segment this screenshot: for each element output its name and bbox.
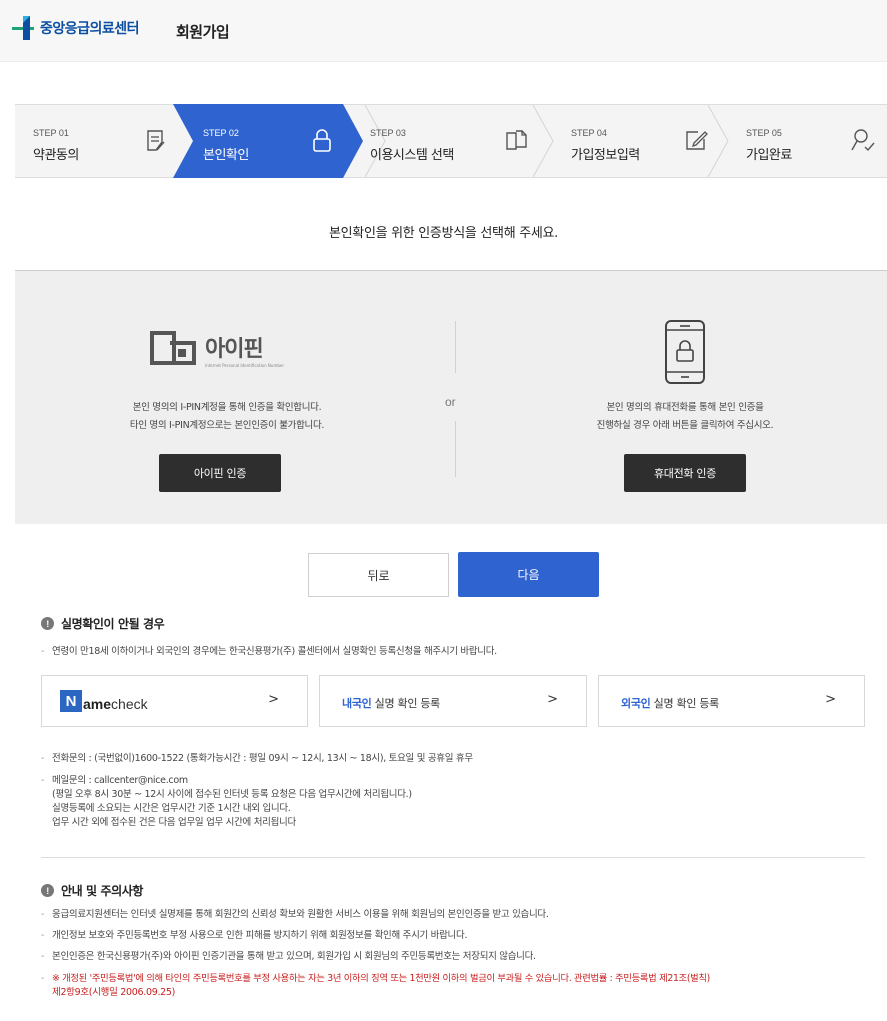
step-number: STEP 03	[370, 128, 406, 138]
ipin-logo-text: 아이핀	[205, 337, 264, 362]
namecheck-logo-text: check	[111, 696, 148, 712]
lock-icon	[313, 129, 331, 152]
user-check-icon	[851, 129, 875, 152]
namecheck-card[interactable]: N ame check >	[41, 675, 308, 727]
step-label: 본인확인	[203, 148, 249, 163]
phone-description: 본인 명의의 휴대전화를 통해 본인 인증을 진행하실 경우 아래 버튼을 클릭…	[535, 399, 835, 435]
mail-inquiry-detail: (평일 오후 8시 30분 ~ 12시 사이에 접수된 인터넷 등록 요청은 다…	[52, 789, 412, 800]
logo[interactable]: 중앙응급의료센터	[12, 14, 140, 42]
step-5: STEP 05 가입완료	[746, 105, 886, 177]
step-number: STEP 01	[33, 128, 69, 138]
mail-inquiry-detail: 업무 시간 외에 접수된 건은 다음 업무일 업무 시간에 처리됩니다	[52, 817, 296, 828]
ipin-description: 본인 명의의 I-PIN계정을 통해 인증을 확인합니다. 타인 명의 I-PI…	[77, 399, 377, 435]
logo-text: 중앙응급의료센터	[40, 21, 140, 37]
step-number: STEP 04	[571, 128, 607, 138]
card-label: 외국인 실명 확인 등록	[621, 695, 719, 711]
realname-note: 연령이 만18세 이하이거나 외국인의 경우에는 한국신용평가(주) 콜센터에서…	[41, 645, 497, 659]
notice-section-title: ! 안내 및 주의사항	[41, 882, 143, 899]
back-button[interactable]: 뒤로	[308, 553, 449, 597]
alert-icon: !	[41, 884, 54, 897]
section-divider	[41, 857, 865, 858]
step-label: 가입정보입력	[571, 148, 640, 163]
page-title: 회원가입	[176, 23, 230, 41]
ipin-logo-icon	[150, 331, 196, 365]
ipin-desc-line: 타인 명의 I-PIN계정으로는 본인인증이 불가합니다.	[129, 420, 325, 431]
notice-warning-continued: 제2항9호(시행일 2006.09.25)	[52, 987, 176, 998]
mail-inquiry: 메일문의 : callcenter@nice.com	[41, 774, 188, 788]
phone-auth-button[interactable]: 휴대전화 인증	[624, 454, 746, 492]
phone-desc-line: 진행하실 경우 아래 버튼을 클릭하여 주십시오.	[596, 420, 774, 431]
cross-logo-icon	[12, 16, 34, 40]
notice-item: 응급의료지원센터는 인터넷 실명제를 통해 회원간의 신뢰성 확보와 원활한 서…	[41, 908, 549, 922]
step-number: STEP 05	[746, 128, 782, 138]
chevron-right-icon: >	[825, 692, 836, 707]
card-label-rest: 실명 확인 등록	[371, 697, 441, 710]
notice-warning: ※ 개정된 '주민등록법'에 의해 타인의 주민등록번호를 부정 사용하는 자는…	[41, 972, 871, 986]
section-title-text: 안내 및 주의사항	[61, 884, 144, 898]
notice-item: 개인정보 보호와 주민등록번호 부정 사용으로 인한 피해를 방지하기 위해 회…	[41, 929, 467, 943]
next-button[interactable]: 다음	[458, 552, 599, 597]
namecheck-logo: N ame check	[60, 690, 148, 712]
divider	[455, 321, 456, 373]
step-label: 약관동의	[33, 148, 79, 163]
ipin-desc-line: 본인 명의의 I-PIN계정을 통해 인증을 확인합니다.	[132, 402, 322, 413]
card-highlight: 외국인	[621, 697, 651, 710]
document-edit-icon	[147, 130, 165, 151]
ipin-logo-subtext: Internet Personal Identification Number	[205, 363, 284, 368]
chevron-right-icon: >	[547, 692, 558, 707]
step-progress: STEP 01 약관동의 STEP 02 본인확인 STEP 03 이용시스템 …	[15, 104, 887, 178]
or-label: or	[445, 395, 456, 409]
ipin-auth-button[interactable]: 아이핀 인증	[159, 454, 281, 492]
copy-pages-icon	[506, 130, 527, 150]
phone-inquiry: 전화문의 : (국번없이)1600-1522 (통화가능시간 : 평일 09시 …	[41, 752, 473, 766]
card-label: 내국인 실명 확인 등록	[342, 695, 440, 711]
namecheck-logo-text: ame	[83, 696, 112, 712]
step-number: STEP 02	[203, 128, 239, 138]
top-header: 중앙응급의료센터 회원가입	[0, 0, 887, 62]
chevron-right-icon: >	[268, 692, 279, 707]
section-title-text: 실명확인이 안될 경우	[61, 617, 165, 631]
mobile-phone-icon	[665, 320, 705, 384]
card-highlight: 내국인	[342, 697, 372, 710]
phone-desc-line: 본인 명의의 휴대전화를 통해 본인 인증을	[606, 402, 764, 413]
alert-icon: !	[41, 617, 54, 630]
auth-method-panel: or 아이핀 Internet Personal Identification …	[15, 270, 887, 524]
foreign-registration-card[interactable]: 외국인 실명 확인 등록 >	[598, 675, 865, 727]
step-1: STEP 01 약관동의	[33, 105, 173, 177]
step-2: STEP 02 본인확인	[203, 105, 353, 177]
namecheck-logo-mark: N	[60, 690, 82, 712]
edit-box-icon	[686, 131, 708, 150]
card-label-rest: 실명 확인 등록	[650, 697, 720, 710]
step-4: STEP 04 가입정보입력	[571, 105, 721, 177]
step-3: STEP 03 이용시스템 선택	[370, 105, 530, 177]
step-label: 가입완료	[746, 148, 792, 163]
step-label: 이용시스템 선택	[370, 148, 454, 163]
notice-item: 본인인증은 한국신용평가(주)와 아이핀 인증기관을 통해 받고 있으며, 회원…	[41, 950, 536, 964]
realname-section-title: ! 실명확인이 안될 경우	[41, 615, 165, 632]
mail-inquiry-detail: 실명등록에 소요되는 시간은 업무시간 기준 1시간 내외 입니다.	[52, 803, 291, 814]
divider	[455, 421, 456, 477]
step-separator	[533, 105, 554, 177]
instruction-text: 본인확인을 위한 인증방식을 선택해 주세요.	[328, 226, 559, 241]
domestic-registration-card[interactable]: 내국인 실명 확인 등록 >	[319, 675, 587, 727]
